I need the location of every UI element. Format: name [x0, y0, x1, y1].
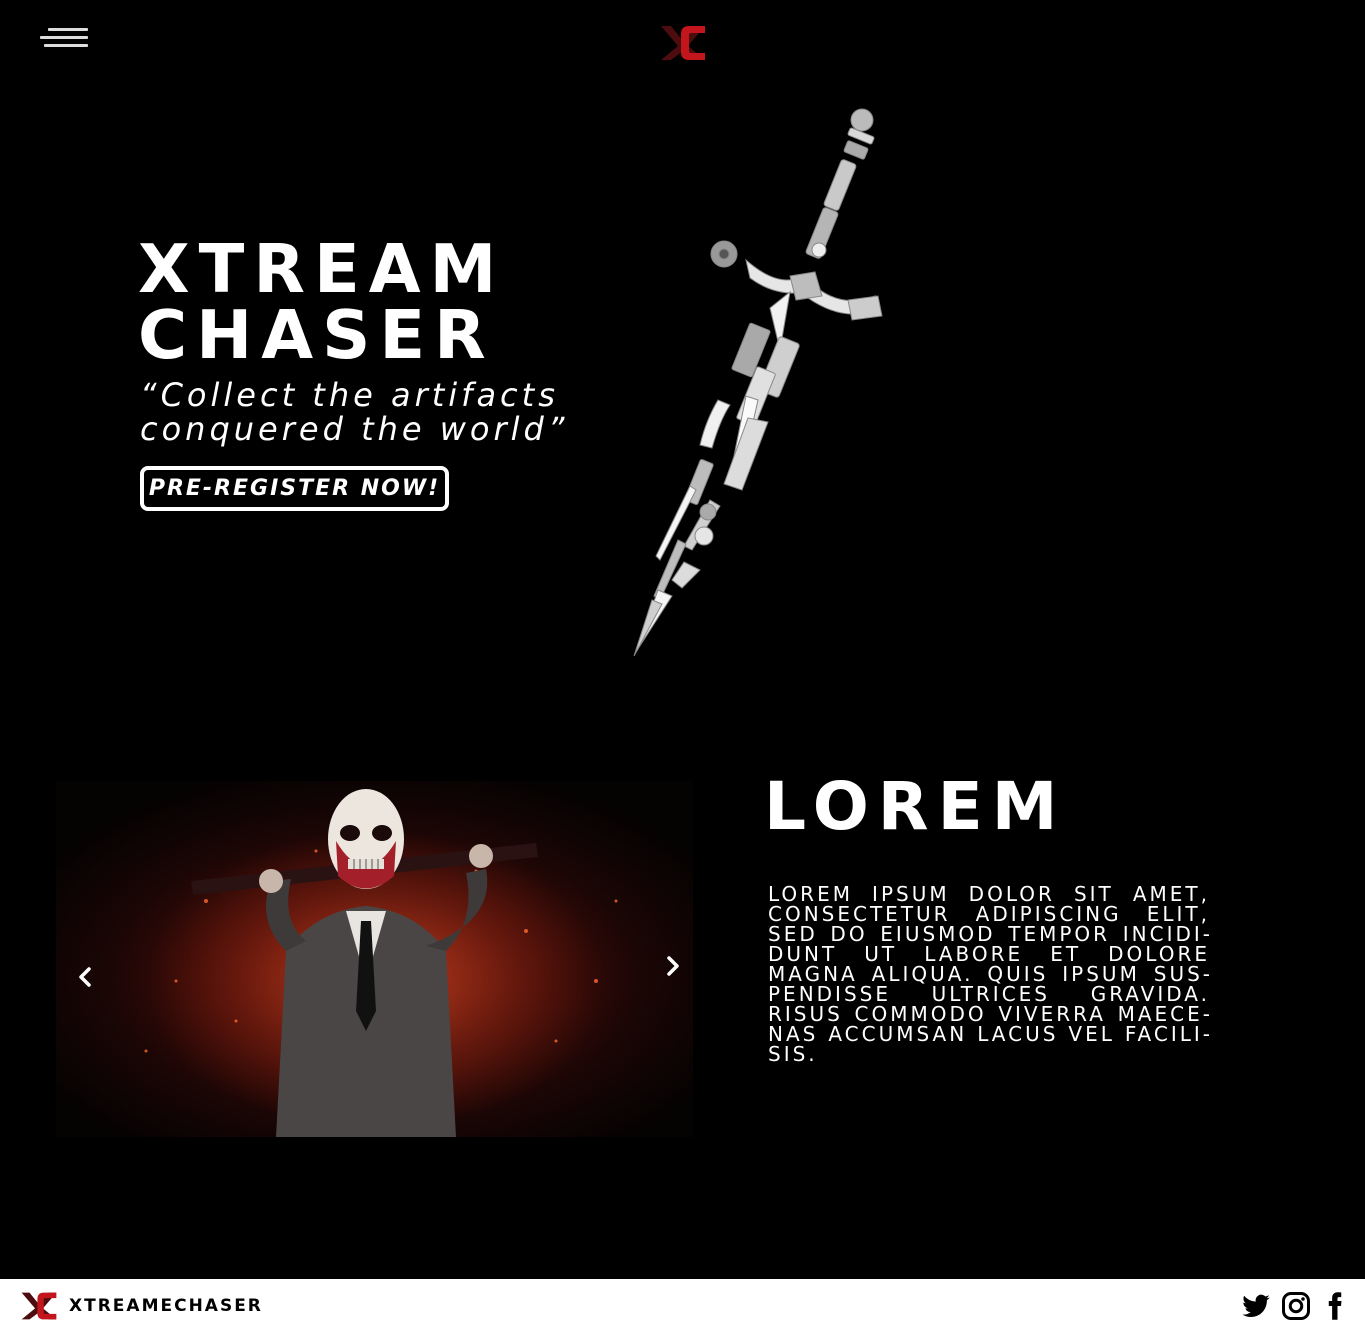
hero-tagline: “Collect the artifacts conquered the wor…: [140, 378, 660, 446]
tagline-line1: “Collect the artifacts: [140, 376, 559, 414]
xc-logo-icon[interactable]: [659, 24, 707, 62]
xc-logo-icon[interactable]: [20, 1291, 58, 1321]
masked-character-image: [56, 781, 693, 1137]
facebook-icon[interactable]: [1320, 1291, 1350, 1321]
hero-title: XTREAM CHASER: [138, 230, 506, 374]
chevron-left-icon[interactable]: [70, 962, 100, 992]
section-title: LOREM: [764, 768, 1067, 845]
footer-brand[interactable]: XTREAMECHASER: [69, 1295, 263, 1317]
twitter-icon[interactable]: [1241, 1291, 1271, 1321]
tagline-line2: conquered the world”: [140, 410, 569, 448]
hero-title-line1: XTREAM: [138, 230, 506, 308]
image-carousel[interactable]: [56, 781, 693, 1137]
instagram-icon[interactable]: [1281, 1291, 1311, 1321]
hero-title-line2: CHASER: [138, 296, 495, 374]
chevron-right-icon[interactable]: [658, 951, 688, 981]
section-body: LOREM IPSUM DOLOR SIT AMET, CONSECTETUR …: [768, 882, 1210, 1066]
footer: XTREAMECHASER: [0, 1279, 1365, 1332]
pre-register-button[interactable]: PRE-REGISTER NOW!: [140, 466, 449, 511]
hamburger-menu-icon[interactable]: [40, 28, 88, 50]
weapon-collage-sword-icon: [633, 108, 883, 657]
